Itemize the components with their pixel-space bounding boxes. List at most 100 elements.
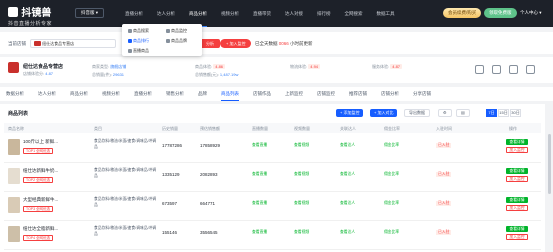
th-revenue[interactable]: 预估销售额 <box>200 126 220 132</box>
product-title[interactable]: 100斤以上 新鲜... <box>23 139 58 145</box>
stat-product-score: 商品体验: 4.86 <box>195 64 226 69</box>
product-thumbnail[interactable] <box>8 197 20 213</box>
add-compare-button[interactable]: + 加入对比 <box>370 109 398 117</box>
nav-product-analysis[interactable]: 商品分析 <box>189 0 207 27</box>
view-live-link[interactable]: 查看直播 <box>252 201 267 206</box>
th-joined[interactable]: 入驻时间 <box>436 126 452 132</box>
add-monitor-button[interactable]: + 加入监控 <box>220 39 252 48</box>
th-creators[interactable]: 关联达人 <box>340 126 356 132</box>
product-thumbnail[interactable] <box>8 139 20 155</box>
nav-video-analysis[interactable]: 视频分析 <box>221 0 239 27</box>
view-video-link[interactable]: 查看视频 <box>294 172 309 177</box>
tab-creator-analysis[interactable]: 达人分析 <box>38 87 56 101</box>
app-logo[interactable]: 抖镜兽 抖音直播分析专家 <box>8 4 52 27</box>
tab-share-shop[interactable]: 分享店铺 <box>413 87 431 101</box>
view-detail-button[interactable]: 查看详情 <box>506 197 528 203</box>
export-button[interactable]: 导出数据 <box>404 109 430 117</box>
dd-item-brand[interactable]: 商品品牌 <box>166 38 187 44</box>
th-sales[interactable]: 历史销量 <box>162 126 178 132</box>
tab-shop-analysis[interactable]: 店铺分析 <box>381 87 399 101</box>
page-scrollbar[interactable] <box>547 104 552 252</box>
view-detail-button[interactable]: 查看详情 <box>506 139 528 145</box>
add-monitor-row-button[interactable]: 加入监控 <box>506 176 528 182</box>
product-title[interactable]: 纽仕达全脂新鲜... <box>23 226 58 232</box>
period-30d[interactable]: 30日 <box>510 109 521 117</box>
tab-data-analysis[interactable]: 数据分析 <box>6 87 24 101</box>
analyze-button[interactable]: 分析 <box>200 39 220 48</box>
nav-live-commerce[interactable]: 直播带货 <box>253 0 271 27</box>
dd-item-monitor[interactable]: 商品监控 <box>166 28 187 34</box>
dd-item-search[interactable]: 商品搜索 <box>128 28 149 34</box>
tab-sales-analysis[interactable]: 销售分析 <box>166 87 184 101</box>
nav-global-search[interactable]: 全网搜索 <box>345 0 363 27</box>
scrollbar-thumb[interactable] <box>548 134 551 194</box>
filter-button[interactable]: ▤ <box>456 109 470 117</box>
vip-renew-button[interactable]: 会员续费/购买 <box>443 8 482 18</box>
tab-video-analysis[interactable]: 视频分析 <box>102 87 120 101</box>
commission-link[interactable]: 佣金比率 <box>384 201 399 206</box>
view-live-link[interactable]: 查看直播 <box>252 143 267 148</box>
stat-shop-type: 商家类型: 旗舰店铺 <box>92 64 127 69</box>
joined-tag: 已入驻 <box>436 172 452 177</box>
add-monitor-row-button[interactable]: 加入监控 <box>506 205 528 211</box>
add-monitor-list-button[interactable]: + 添加监控 <box>336 109 364 117</box>
table-row[interactable]: 大型经典新鲜牛... TOP3 全网优选 食品饮料/粮油/米面/速食/调味品/冲… <box>4 193 541 221</box>
tab-product-analysis[interactable]: 商品分析 <box>70 87 88 101</box>
column-settings-button[interactable]: ⚙ <box>438 109 452 117</box>
table-row[interactable]: 100斤以上 新鲜... TOP1 全网优选 食品饮料/粮油/米面/速食/调味品… <box>4 135 541 163</box>
product-thumbnail[interactable] <box>8 226 20 242</box>
view-creator-link[interactable]: 查看达人 <box>340 143 355 148</box>
th-commission[interactable]: 佣金比率 <box>384 126 400 132</box>
add-monitor-row-button[interactable]: 加入监控 <box>506 234 528 240</box>
view-live-link[interactable]: 查看直播 <box>252 230 267 235</box>
nav-ranking[interactable]: 排行榜 <box>317 0 331 27</box>
th-product[interactable]: 商品名称 <box>8 126 24 132</box>
commission-link[interactable]: 佣金比率 <box>384 172 399 177</box>
view-live-link[interactable]: 查看直播 <box>252 172 267 177</box>
th-category[interactable]: 类目 <box>94 126 102 132</box>
view-video-link[interactable]: 查看视频 <box>294 201 309 206</box>
dd-item-live-product[interactable]: 直播商品 <box>128 48 149 54</box>
tab-shop-works[interactable]: 店铺作品 <box>253 87 271 101</box>
period-7d[interactable]: 7日 <box>486 109 497 117</box>
user-center-menu[interactable]: 个人中心 ▾ <box>520 8 542 18</box>
tab-product-list[interactable]: 商品列表 <box>221 87 239 101</box>
monitor-icon <box>166 28 170 33</box>
view-creator-link[interactable]: 查看达人 <box>340 230 355 235</box>
platform-select[interactable]: 抖音版 ▾ <box>75 8 105 18</box>
commission-link[interactable]: 佣金比率 <box>384 143 399 148</box>
share-icon[interactable] <box>492 65 501 74</box>
tab-recommend-shop[interactable]: 推荐店铺 <box>349 87 367 101</box>
nav-data-tools[interactable]: 数据工具 <box>377 0 395 27</box>
nav-creator-analysis[interactable]: 达人分析 <box>157 0 175 27</box>
qrcode-icon[interactable] <box>509 65 518 74</box>
th-live-count[interactable]: 直播数量 <box>252 126 268 132</box>
nav-live-analysis[interactable]: 直播分析 <box>125 0 143 27</box>
th-video-count[interactable]: 视频数量 <box>294 126 310 132</box>
product-sales: 673597 <box>162 201 178 206</box>
link-icon[interactable] <box>475 65 484 74</box>
shop-search-input[interactable]: 纽仕达食品专营店 <box>30 39 116 48</box>
table-row[interactable]: 纽仕达全脂新鲜... TOP4 全网优选 食品饮料/粮油/米面/速食/调味品/冲… <box>4 222 541 250</box>
favorite-icon[interactable] <box>526 65 535 74</box>
view-video-link[interactable]: 查看视频 <box>294 230 309 235</box>
product-thumbnail[interactable] <box>8 168 20 184</box>
table-row[interactable]: 纽仕达新鲜牛奶... TOP2 全网优选 食品饮料/粮油/米面/速食/调味品/冲… <box>4 164 541 192</box>
tab-brand[interactable]: 品牌 <box>198 87 207 101</box>
view-detail-button[interactable]: 查看详情 <box>506 168 528 174</box>
tab-live-analysis[interactable]: 直播分析 <box>134 87 152 101</box>
view-video-link[interactable]: 查看视频 <box>294 143 309 148</box>
tab-new-monitor[interactable]: 上新监控 <box>285 87 303 101</box>
add-monitor-row-button[interactable]: 加入监控 <box>506 147 528 153</box>
product-title[interactable]: 纽仕达新鲜牛奶... <box>23 168 58 174</box>
view-creator-link[interactable]: 查看达人 <box>340 172 355 177</box>
dd-item-ranking[interactable]: 商品排行 <box>128 38 149 44</box>
nav-creator-connect[interactable]: 达人对接 <box>285 0 303 27</box>
product-title[interactable]: 大型经典新鲜牛... <box>23 197 58 203</box>
view-creator-link[interactable]: 查看达人 <box>340 201 355 206</box>
view-detail-button[interactable]: 查看详情 <box>506 226 528 232</box>
commission-link[interactable]: 佣金比率 <box>384 230 399 235</box>
free-trial-button[interactable]: 领取免费版 <box>484 8 517 18</box>
period-15d[interactable]: 15日 <box>498 109 509 117</box>
tab-shop-monitor[interactable]: 店铺监控 <box>317 87 335 101</box>
